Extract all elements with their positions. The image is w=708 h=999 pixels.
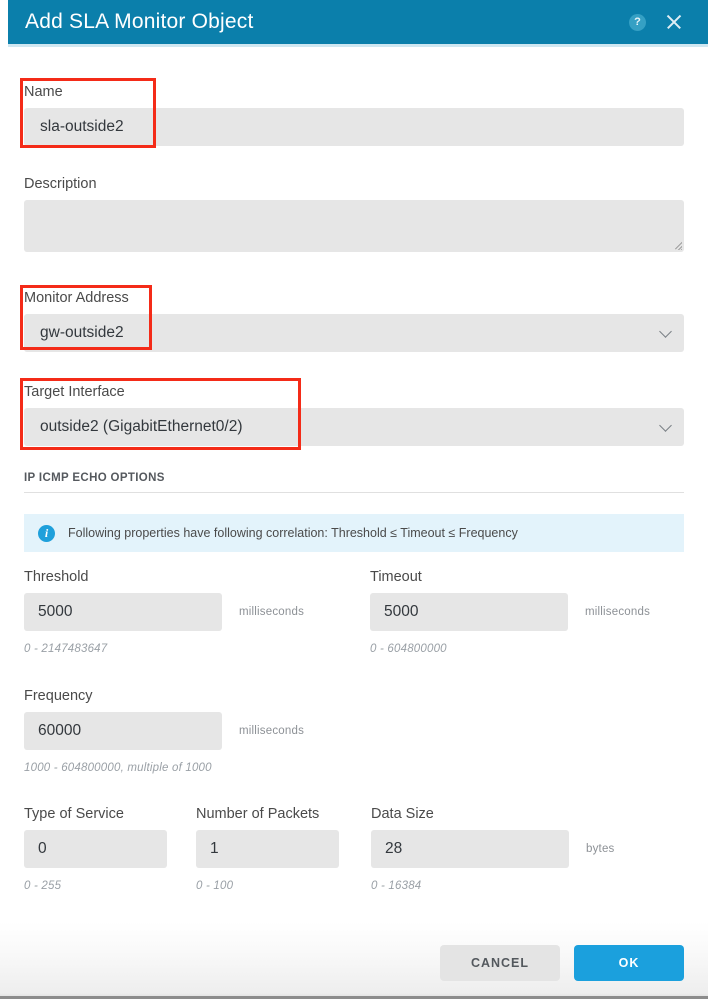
help-circle-icon[interactable]: ? — [629, 13, 646, 31]
section-ip-icmp-echo-options: IP ICMP ECHO OPTIONS — [24, 472, 684, 493]
name-input[interactable]: sla-outside2 — [24, 108, 684, 147]
ok-button[interactable]: OK — [574, 945, 684, 981]
name-label: Name — [24, 84, 63, 100]
field-group-description: Description — [24, 176, 684, 253]
field-group-monitor-address: Monitor Address gw-outside2 — [24, 290, 684, 353]
threshold-hint: 0 - 2147483647 — [24, 643, 108, 656]
frequency-unit: milliseconds — [239, 725, 305, 738]
field-group-data-size: Data Size 28 bytes 0 - 16384 — [371, 806, 661, 892]
data-size-hint: 0 - 16384 — [371, 880, 422, 893]
monitor-address-select[interactable]: gw-outside2 — [24, 314, 684, 353]
number-of-packets-hint: 0 - 100 — [196, 880, 234, 893]
timeout-hint: 0 - 604800000 — [370, 643, 447, 656]
number-of-packets-label: Number of Packets — [196, 806, 320, 822]
info-banner-text: Following properties have following corr… — [68, 526, 518, 540]
monitor-address-label: Monitor Address — [24, 290, 129, 306]
data-size-label: Data Size — [371, 806, 434, 822]
field-group-frequency: Frequency 60000 milliseconds 1000 - 6048… — [24, 688, 454, 774]
field-group-target-interface: Target Interface outside2 (GigabitEthern… — [24, 384, 684, 447]
description-label: Description — [24, 176, 97, 192]
dialog-body: Name sla-outside2 Description Monitor Ad… — [0, 47, 708, 922]
section-title: IP ICMP ECHO OPTIONS — [24, 472, 165, 484]
field-group-timeout: Timeout 5000 milliseconds 0 - 604800000 — [370, 569, 690, 655]
info-icon: i — [38, 524, 55, 542]
titlebar-actions: ? — [629, 12, 684, 32]
add-sla-monitor-object-dialog: Add SLA Monitor Object ? Name sla-outsid… — [0, 0, 708, 999]
target-interface-value: outside2 (GigabitEthernet0/2) — [40, 418, 243, 436]
monitor-address-value: gw-outside2 — [40, 324, 124, 342]
type-of-service-input[interactable]: 0 — [24, 830, 167, 869]
data-size-unit: bytes — [586, 843, 615, 856]
field-group-type-of-service: Type of Service 0 0 - 255 — [24, 806, 189, 892]
dialog-titlebar: Add SLA Monitor Object ? — [8, 0, 708, 44]
section-divider — [24, 492, 684, 493]
field-group-number-of-packets: Number of Packets 1 0 - 100 — [196, 806, 366, 892]
dialog-title: Add SLA Monitor Object — [25, 10, 254, 33]
dialog-footer: CANCEL OK — [0, 922, 708, 999]
description-value — [24, 200, 684, 216]
info-banner: i Following properties have following co… — [24, 514, 684, 552]
threshold-label: Threshold — [24, 569, 89, 585]
type-of-service-label: Type of Service — [24, 806, 124, 822]
target-interface-label: Target Interface — [24, 384, 125, 400]
frequency-input[interactable]: 60000 — [24, 712, 222, 751]
chevron-down-icon — [659, 419, 672, 433]
field-group-name: Name sla-outside2 — [24, 84, 684, 147]
frequency-label: Frequency — [24, 688, 93, 704]
data-size-input[interactable]: 28 — [371, 830, 569, 869]
cancel-button[interactable]: CANCEL — [440, 945, 560, 981]
description-textarea[interactable] — [24, 200, 684, 253]
type-of-service-hint: 0 - 255 — [24, 880, 62, 893]
resize-handle-icon[interactable] — [668, 236, 682, 251]
chevron-down-icon — [659, 325, 672, 339]
target-interface-select[interactable]: outside2 (GigabitEthernet0/2) — [24, 408, 684, 447]
threshold-input[interactable]: 5000 — [24, 593, 222, 632]
timeout-label: Timeout — [370, 569, 422, 585]
timeout-input[interactable]: 5000 — [370, 593, 568, 632]
threshold-unit: milliseconds — [239, 606, 305, 619]
frequency-hint: 1000 - 604800000, multiple of 1000 — [24, 762, 212, 775]
field-group-threshold: Threshold 5000 milliseconds 0 - 21474836… — [24, 569, 354, 655]
close-icon[interactable] — [664, 12, 684, 32]
number-of-packets-input[interactable]: 1 — [196, 830, 339, 869]
timeout-unit: milliseconds — [585, 606, 651, 619]
